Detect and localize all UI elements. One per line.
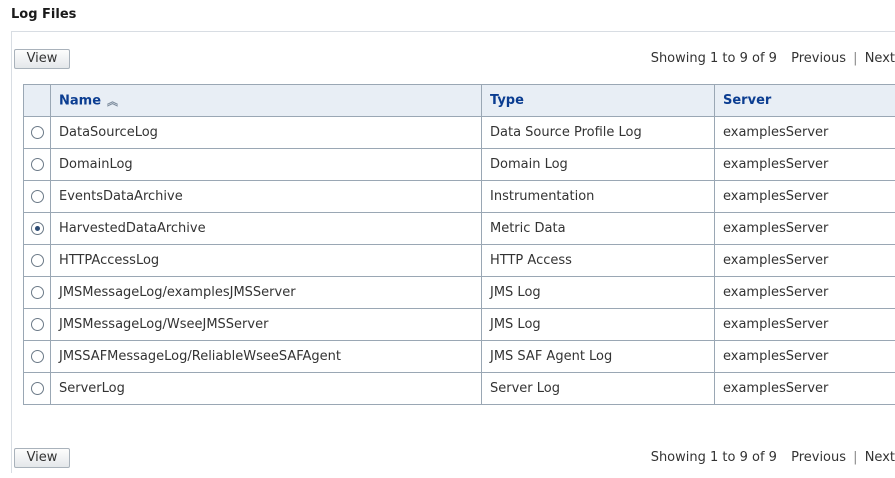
sort-ascending-icon[interactable]: ︽: [107, 93, 118, 109]
server-column-header[interactable]: Server: [714, 84, 895, 117]
log-name-cell: DomainLog: [50, 148, 482, 181]
log-type-cell: Data Source Profile Log: [481, 116, 715, 149]
row-select-cell: [23, 116, 51, 149]
row-select-cell: [23, 212, 51, 245]
pagination-bottom: Showing 1 to 9 of 9 Previous | Next: [651, 448, 895, 468]
log-type-cell: HTTP Access: [481, 244, 715, 277]
log-server-cell: examplesServer: [714, 116, 895, 149]
log-name-cell: ServerLog: [50, 372, 482, 405]
log-type-cell: JMS Log: [481, 276, 715, 309]
log-name-cell: JMSSAFMessageLog/ReliableWseeSAFAgent: [50, 340, 482, 373]
next-link[interactable]: Next: [865, 51, 895, 66]
table-row[interactable]: JMSMessageLog/examplesJMSServer JMS Log ex…: [23, 276, 895, 309]
log-name-cell: DataSourceLog: [50, 116, 482, 149]
table-row[interactable]: HTTPAccessLog HTTP Access examplesServer: [23, 244, 895, 277]
pagination-separator: |: [853, 51, 858, 66]
previous-link[interactable]: Previous: [791, 51, 846, 66]
type-column-header[interactable]: Type: [481, 84, 715, 117]
select-column-header: [23, 84, 51, 117]
row-radio-button[interactable]: [30, 382, 44, 395]
log-name-cell: HTTPAccessLog: [50, 244, 482, 277]
log-type-cell: Instrumentation: [481, 180, 715, 213]
row-radio-button[interactable]: [30, 158, 44, 171]
table-row[interactable]: EventsDataArchive Instrumentation examples…: [23, 180, 895, 213]
row-radio-button[interactable]: [30, 254, 44, 267]
next-link[interactable]: Next: [865, 450, 895, 465]
name-column-header[interactable]: Name ︽: [50, 84, 482, 117]
view-button-bottom[interactable]: View: [14, 448, 70, 468]
row-select-cell: [23, 308, 51, 341]
log-server-cell: examplesServer: [714, 148, 895, 181]
log-server-cell: examplesServer: [714, 372, 895, 405]
row-radio-button[interactable]: [30, 190, 44, 203]
row-select-cell: [23, 180, 51, 213]
row-select-cell: [23, 148, 51, 181]
log-server-cell: examplesServer: [714, 308, 895, 341]
row-radio-button[interactable]: [30, 222, 44, 235]
row-select-cell: [23, 372, 51, 405]
log-type-cell: Domain Log: [481, 148, 715, 181]
table-row[interactable]: DataSourceLog Data Source Profile Log exam…: [23, 116, 895, 149]
view-button-top[interactable]: View: [14, 49, 70, 69]
table-row[interactable]: JMSSAFMessageLog/ReliableWseeSAFAgent JMS…: [23, 340, 895, 373]
log-server-cell: examplesServer: [714, 340, 895, 373]
log-name-cell: HarvestedDataArchive: [50, 212, 482, 245]
table-row[interactable]: HarvestedDataArchive Metric Data examplesS…: [23, 212, 895, 245]
table-row[interactable]: ServerLog Server Log examplesServer: [23, 372, 895, 405]
row-select-cell: [23, 276, 51, 309]
pagination-separator: |: [853, 450, 858, 465]
pagination-top: Showing 1 to 9 of 9 Previous | Next: [651, 49, 895, 69]
row-select-cell: [23, 244, 51, 277]
log-type-cell: Metric Data: [481, 212, 715, 245]
row-radio-button[interactable]: [30, 286, 44, 299]
log-server-cell: examplesServer: [714, 180, 895, 213]
log-name-cell: EventsDataArchive: [50, 180, 482, 213]
row-select-cell: [23, 340, 51, 373]
log-name-cell: JMSMessageLog/WseeJMSServer: [50, 308, 482, 341]
table-header-row: Name ︽ Type Server: [23, 84, 895, 117]
log-type-cell: JMS Log: [481, 308, 715, 341]
previous-link[interactable]: Previous: [791, 450, 846, 465]
page-title: Log Files: [11, 7, 77, 22]
row-radio-button[interactable]: [30, 126, 44, 139]
name-header-label[interactable]: Name: [59, 93, 101, 108]
log-name-cell: JMSMessageLog/examplesJMSServer: [50, 276, 482, 309]
table-row[interactable]: JMSMessageLog/WseeJMSServer JMS Log exampl…: [23, 308, 895, 341]
pagination-status: Showing 1 to 9 of 9: [650, 450, 777, 465]
log-server-cell: examplesServer: [714, 244, 895, 277]
log-server-cell: examplesServer: [714, 276, 895, 309]
pagination-status: Showing 1 to 9 of 9: [650, 51, 777, 66]
log-files-table: Name ︽ Type Server DataSourceLog Data Sour…: [23, 84, 895, 405]
row-radio-button[interactable]: [30, 318, 44, 331]
log-server-cell: examplesServer: [714, 212, 895, 245]
log-type-cell: Server Log: [481, 372, 715, 405]
log-type-cell: JMS SAF Agent Log: [481, 340, 715, 373]
table-row[interactable]: DomainLog Domain Log examplesServer: [23, 148, 895, 181]
row-radio-button[interactable]: [30, 350, 44, 363]
